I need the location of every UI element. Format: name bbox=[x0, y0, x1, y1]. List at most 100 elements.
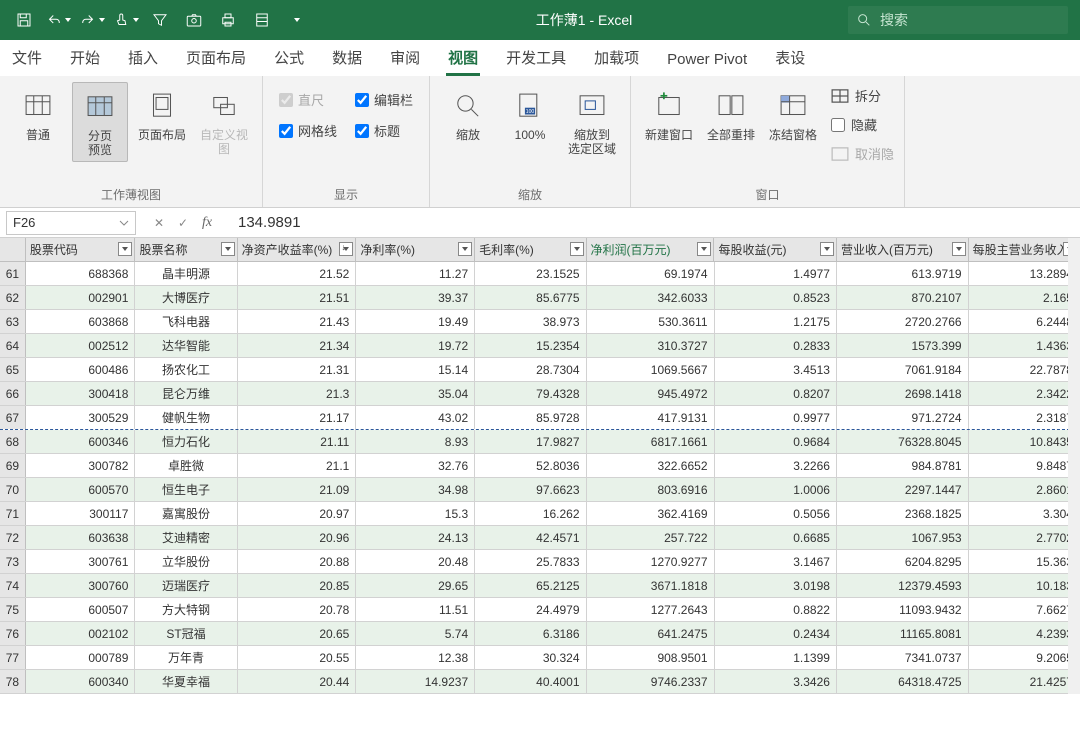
cell[interactable]: 613.9719 bbox=[837, 262, 969, 285]
cell[interactable]: 1.2175 bbox=[715, 310, 837, 333]
filter-icon[interactable] bbox=[820, 242, 834, 256]
cell[interactable]: 35.04 bbox=[356, 382, 475, 405]
cell[interactable]: 健帆生物 bbox=[135, 406, 237, 429]
row-header[interactable]: 74 bbox=[0, 574, 26, 597]
enter-icon[interactable]: ✓ bbox=[174, 216, 192, 230]
cell[interactable]: 984.8781 bbox=[837, 454, 969, 477]
cell[interactable]: 38.973 bbox=[475, 310, 586, 333]
cell[interactable]: 945.4972 bbox=[587, 382, 715, 405]
cell[interactable]: 600346 bbox=[26, 430, 136, 453]
name-box[interactable]: F26 bbox=[6, 211, 136, 235]
cell[interactable]: 417.9131 bbox=[587, 406, 715, 429]
row-header[interactable]: 71 bbox=[0, 502, 26, 525]
cell[interactable]: 2.7702 bbox=[969, 526, 1080, 549]
zoom-selection-button[interactable]: 缩放到选定区域 bbox=[564, 82, 620, 160]
cell[interactable]: 971.2724 bbox=[837, 406, 969, 429]
col-header-3[interactable]: 净利率(%) bbox=[356, 238, 475, 261]
vertical-scrollbar[interactable] bbox=[1068, 238, 1080, 694]
cell[interactable]: 65.2125 bbox=[475, 574, 586, 597]
cell[interactable]: 迈瑞医疗 bbox=[135, 574, 237, 597]
tab-4[interactable]: 公式 bbox=[272, 41, 306, 76]
quickprint-icon[interactable] bbox=[212, 6, 244, 34]
cell[interactable]: 2.3422 bbox=[969, 382, 1080, 405]
cell[interactable]: 8.93 bbox=[356, 430, 475, 453]
form-icon[interactable] bbox=[246, 6, 278, 34]
chk-headings[interactable]: 标题 bbox=[355, 121, 413, 140]
cell[interactable]: 300761 bbox=[26, 550, 136, 573]
cell[interactable]: 华夏幸福 bbox=[135, 670, 237, 693]
view-normal-button[interactable]: 普通 bbox=[10, 82, 66, 146]
cell[interactable]: 20.78 bbox=[238, 598, 357, 621]
cell[interactable]: 39.37 bbox=[356, 286, 475, 309]
cell[interactable]: 1069.5667 bbox=[587, 358, 715, 381]
cell[interactable]: 昆仑万维 bbox=[135, 382, 237, 405]
cell[interactable]: 嘉寓股份 bbox=[135, 502, 237, 525]
undo-icon[interactable] bbox=[42, 6, 74, 34]
cell[interactable]: 0.5056 bbox=[715, 502, 837, 525]
cell[interactable]: 15.363 bbox=[969, 550, 1080, 573]
tab-6[interactable]: 审阅 bbox=[388, 41, 422, 76]
cell[interactable]: 12.38 bbox=[356, 646, 475, 669]
cell[interactable]: 603868 bbox=[26, 310, 136, 333]
row-header[interactable]: 75 bbox=[0, 598, 26, 621]
filter-icon[interactable] bbox=[570, 242, 584, 256]
cell[interactable]: 24.4979 bbox=[475, 598, 586, 621]
touch-icon[interactable] bbox=[110, 6, 142, 34]
tab-1[interactable]: 开始 bbox=[68, 41, 102, 76]
row-header[interactable]: 77 bbox=[0, 646, 26, 669]
cell[interactable]: 43.02 bbox=[356, 406, 475, 429]
zoom-100-button[interactable]: 100100% bbox=[502, 82, 558, 146]
cell[interactable]: 69.1974 bbox=[587, 262, 715, 285]
camera-icon[interactable] bbox=[178, 6, 210, 34]
split-button[interactable]: 拆分 bbox=[831, 86, 894, 105]
cell[interactable]: 6204.8295 bbox=[837, 550, 969, 573]
row-header[interactable]: 62 bbox=[0, 286, 26, 309]
row-header[interactable]: 64 bbox=[0, 334, 26, 357]
cell[interactable]: 9.2065 bbox=[969, 646, 1080, 669]
cell[interactable]: 11165.8081 bbox=[837, 622, 969, 645]
col-header-8[interactable]: 每股主营业务收入 bbox=[969, 238, 1080, 261]
cell[interactable]: 20.55 bbox=[238, 646, 357, 669]
cell[interactable]: 641.2475 bbox=[587, 622, 715, 645]
cell[interactable]: 扬农化工 bbox=[135, 358, 237, 381]
cell[interactable]: 1067.953 bbox=[837, 526, 969, 549]
cell[interactable]: 万年青 bbox=[135, 646, 237, 669]
row-header[interactable]: 70 bbox=[0, 478, 26, 501]
cell[interactable]: 79.4328 bbox=[475, 382, 586, 405]
cell[interactable]: 20.48 bbox=[356, 550, 475, 573]
col-header-0[interactable]: 股票代码 bbox=[26, 238, 136, 261]
cell[interactable]: 艾迪精密 bbox=[135, 526, 237, 549]
row-header[interactable]: 61 bbox=[0, 262, 26, 285]
cell[interactable]: 64318.4725 bbox=[837, 670, 969, 693]
cell[interactable]: 85.9728 bbox=[475, 406, 586, 429]
tab-5[interactable]: 数据 bbox=[330, 41, 364, 76]
cell[interactable]: 恒生电子 bbox=[135, 478, 237, 501]
filter-icon[interactable] bbox=[952, 242, 966, 256]
fx-icon[interactable]: fx bbox=[198, 215, 216, 231]
cell[interactable]: 11093.9432 bbox=[837, 598, 969, 621]
cell[interactable]: 7341.0737 bbox=[837, 646, 969, 669]
tab-8[interactable]: 开发工具 bbox=[504, 41, 568, 76]
cell[interactable]: 600507 bbox=[26, 598, 136, 621]
cell[interactable]: 12379.4593 bbox=[837, 574, 969, 597]
cell[interactable]: 002512 bbox=[26, 334, 136, 357]
cell[interactable]: 达华智能 bbox=[135, 334, 237, 357]
tab-2[interactable]: 插入 bbox=[126, 41, 160, 76]
cell[interactable]: 16.262 bbox=[475, 502, 586, 525]
new-window-button[interactable]: 新建窗口 bbox=[641, 82, 697, 146]
cell[interactable]: 0.9684 bbox=[715, 430, 837, 453]
cell[interactable]: 飞科电器 bbox=[135, 310, 237, 333]
row-header[interactable]: 76 bbox=[0, 622, 26, 645]
cell[interactable]: 0.9977 bbox=[715, 406, 837, 429]
cell[interactable]: 14.9237 bbox=[356, 670, 475, 693]
cell[interactable]: 2720.2766 bbox=[837, 310, 969, 333]
cell[interactable]: 300782 bbox=[26, 454, 136, 477]
cell[interactable]: 0.8523 bbox=[715, 286, 837, 309]
cell[interactable]: 7061.9184 bbox=[837, 358, 969, 381]
col-header-5[interactable]: 净利润(百万元) bbox=[587, 238, 715, 261]
chk-formulabar[interactable]: 编辑栏 bbox=[355, 90, 413, 109]
filter-icon[interactable] bbox=[221, 242, 235, 256]
cell[interactable]: 40.4001 bbox=[475, 670, 586, 693]
col-header-6[interactable]: 每股收益(元) bbox=[714, 238, 836, 261]
col-header-7[interactable]: 营业收入(百万元) bbox=[837, 238, 969, 261]
